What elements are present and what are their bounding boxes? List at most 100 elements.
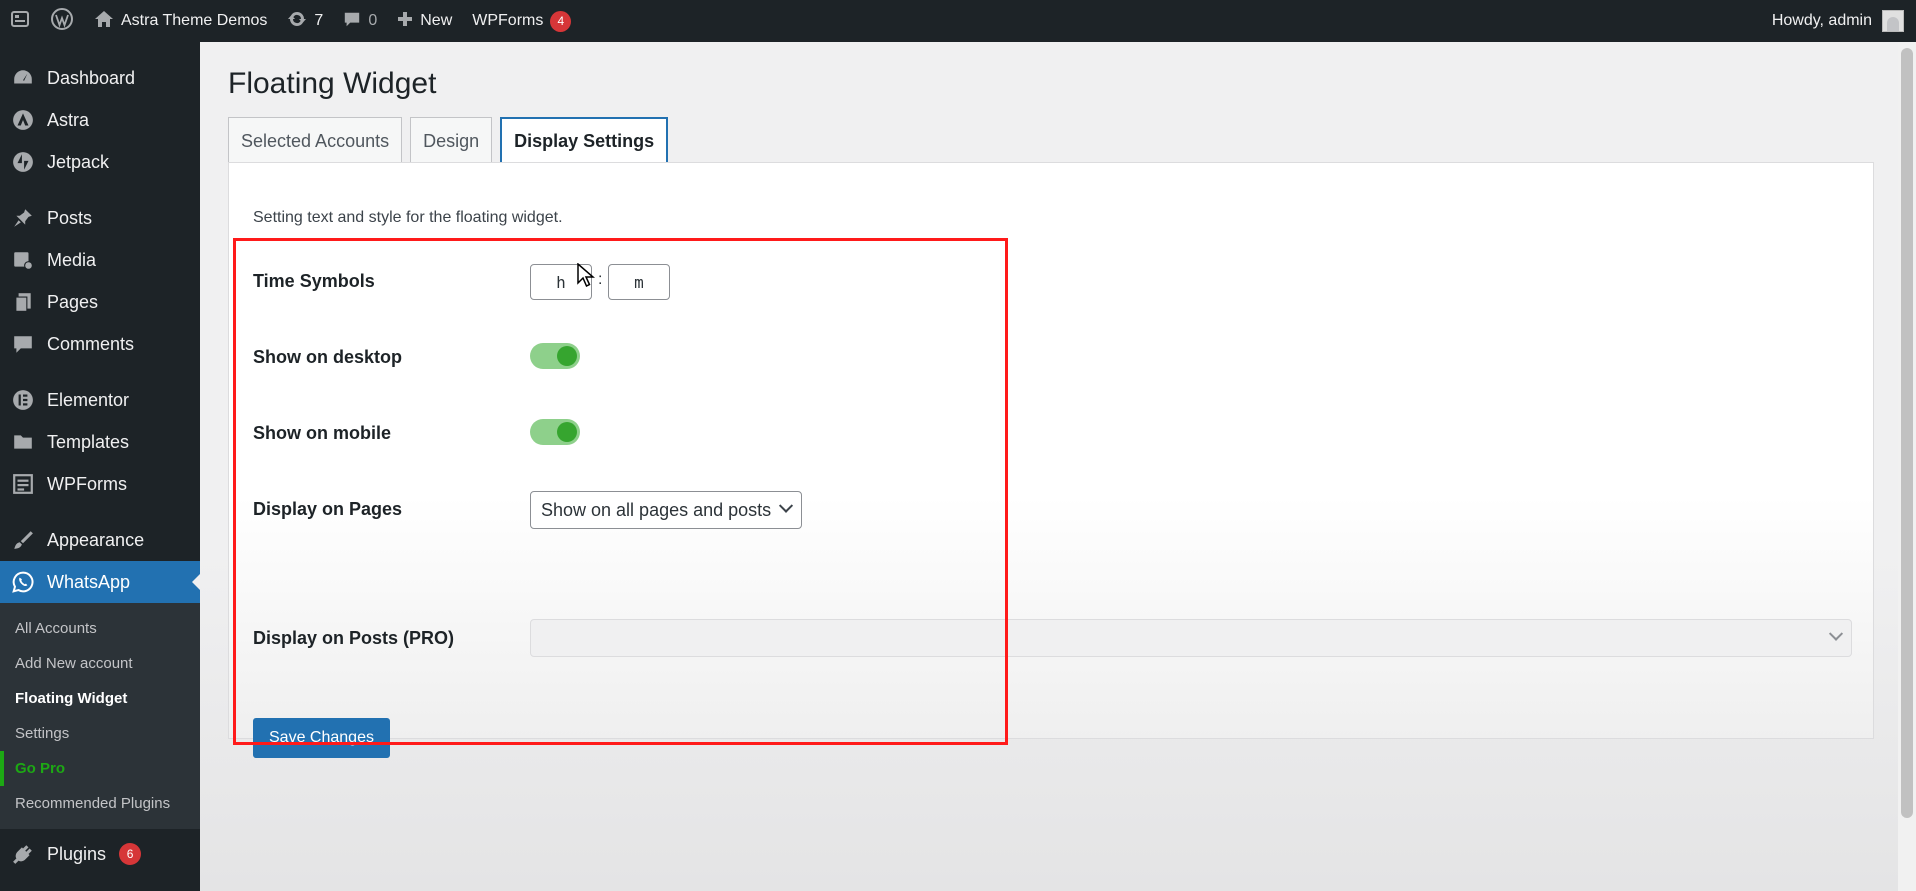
sidebar-item-label: Elementor (47, 389, 130, 410)
submenu-go-pro[interactable]: Go Pro (0, 751, 200, 786)
pushpin-icon (12, 207, 34, 229)
sidebar-item-label: Jetpack (47, 151, 110, 172)
sidebar-item-label: Plugins (47, 843, 107, 864)
home-icon (94, 9, 114, 34)
display-pages-label: Display on Pages (253, 499, 403, 519)
new-content-link[interactable]: New (387, 0, 462, 42)
wpforms-label: WPForms (472, 12, 544, 29)
dashboard-icon (12, 67, 34, 89)
jetpack-icon (12, 151, 34, 173)
display-pages-value: Show on all pages and posts (541, 499, 772, 520)
admin-sidebar: Dashboard Astra Jetpack Posts Media Page… (0, 42, 200, 891)
wordpress-icon (50, 7, 74, 36)
comments-link[interactable]: 0 (333, 0, 387, 42)
tab-design[interactable]: Design (410, 117, 493, 165)
minute-symbol-input[interactable]: m (608, 264, 670, 300)
updates-link[interactable]: 7 (277, 0, 333, 42)
plugins-badge: 6 (119, 843, 142, 865)
menu-separator (0, 505, 200, 519)
sidebar-item-label: Comments (47, 333, 135, 354)
form-icon (12, 473, 34, 495)
comments-count: 0 (368, 12, 378, 29)
wordpress-logo[interactable] (40, 0, 84, 42)
sidebar-item-dashboard[interactable]: Dashboard (0, 57, 200, 99)
submenu-recommended-plugins[interactable]: Recommended Plugins (0, 786, 200, 821)
comment-bubble-icon (343, 10, 361, 33)
whatsapp-submenu: All Accounts Add New account Floating Wi… (0, 603, 200, 829)
whatsapp-icon (12, 571, 34, 593)
elementor-icon (12, 389, 34, 411)
sidebar-item-label: Posts (47, 207, 93, 228)
save-changes-button[interactable]: Save Changes (253, 718, 390, 758)
wpforms-badge: 4 (550, 10, 572, 32)
time-separator: : (598, 271, 603, 288)
avatar (1882, 10, 1904, 32)
submenu-all-accounts[interactable]: All Accounts (0, 611, 200, 646)
wpforms-link[interactable]: WPForms 4 (462, 0, 581, 42)
my-account-link[interactable]: Howdy, admin (1772, 10, 1916, 32)
sidebar-item-astra[interactable]: Astra (0, 99, 200, 141)
sidebar-item-whatsapp[interactable]: WhatsApp (0, 561, 200, 603)
site-name-link[interactable]: Astra Theme Demos (84, 0, 277, 42)
greeting: Howdy, admin (1771, 12, 1872, 29)
admin-menu-toggle[interactable] (0, 0, 40, 42)
display-pages-select[interactable]: Show on all pages and posts (530, 491, 803, 529)
show-mobile-toggle[interactable] (530, 419, 580, 445)
submenu-settings[interactable]: Settings (0, 716, 200, 751)
show-mobile-label: Show on mobile (253, 423, 391, 443)
brush-icon (12, 529, 34, 551)
chevron-down-icon (779, 498, 794, 513)
sidebar-item-label: Pages (47, 291, 99, 312)
site-name: Astra Theme Demos (121, 12, 268, 29)
menu-separator (0, 365, 200, 379)
sidebar-item-media[interactable]: Media (0, 239, 200, 281)
show-desktop-toggle[interactable] (530, 343, 580, 369)
display-posts-label: Display on Posts (PRO) (253, 628, 455, 648)
menu-separator (0, 183, 200, 197)
sidebar-item-label: Astra (47, 109, 90, 130)
new-label: New (420, 12, 453, 29)
media-icon (12, 249, 34, 271)
page-scrollbar[interactable] (1898, 42, 1916, 891)
sidebar-item-label: WhatsApp (47, 571, 131, 592)
sidebar-item-label: Media (47, 249, 97, 270)
plus-icon (397, 11, 413, 32)
page-title: Floating Widget (228, 67, 437, 100)
sidebar-item-jetpack[interactable]: Jetpack (0, 141, 200, 183)
plug-icon (12, 843, 34, 865)
refresh-icon (287, 9, 307, 34)
mouse-cursor-icon (577, 262, 596, 294)
sidebar-item-templates[interactable]: Templates (0, 421, 200, 463)
show-desktop-label: Show on desktop (253, 347, 403, 367)
submenu-floating-widget[interactable]: Floating Widget (0, 681, 200, 716)
settings-tabs: Selected Accounts Design Display Setting… (228, 117, 669, 165)
tab-display-settings[interactable]: Display Settings (500, 117, 669, 165)
toggle-knob (557, 346, 577, 366)
sidebar-item-pages[interactable]: Pages (0, 281, 200, 323)
toggle-knob (557, 422, 577, 442)
sidebar-item-appearance[interactable]: Appearance (0, 519, 200, 561)
pages-icon (12, 291, 34, 313)
sidebar-item-label: Appearance (47, 529, 145, 550)
sidebar-item-elementor[interactable]: Elementor (0, 379, 200, 421)
panel-description: Setting text and style for the floating … (253, 209, 563, 226)
time-symbols-label: Time Symbols (253, 271, 375, 291)
chevron-down-icon (1828, 626, 1844, 641)
sidebar-item-label: Dashboard (47, 67, 136, 88)
folder-icon (12, 431, 34, 453)
tab-selected-accounts[interactable]: Selected Accounts (228, 117, 403, 165)
sidebar-item-posts[interactable]: Posts (0, 197, 200, 239)
sidebar-item-wpforms[interactable]: WPForms (0, 463, 200, 505)
display-posts-select[interactable] (530, 619, 1852, 657)
submenu-add-new-account[interactable]: Add New account (0, 646, 200, 681)
menu-toggle-icon (10, 9, 30, 34)
comment-icon (12, 333, 34, 355)
sidebar-item-plugins[interactable]: Plugins 6 (0, 833, 200, 875)
astra-icon (12, 109, 34, 131)
sidebar-item-label: Templates (47, 431, 130, 452)
scrollbar-thumb[interactable] (1901, 48, 1913, 818)
sidebar-item-comments[interactable]: Comments (0, 323, 200, 365)
main-content: Floating Widget Selected Accounts Design… (200, 42, 1898, 891)
admin-bar: Astra Theme Demos 7 0 New WPForms 4 Howd… (0, 0, 1916, 42)
updates-count: 7 (314, 12, 324, 29)
